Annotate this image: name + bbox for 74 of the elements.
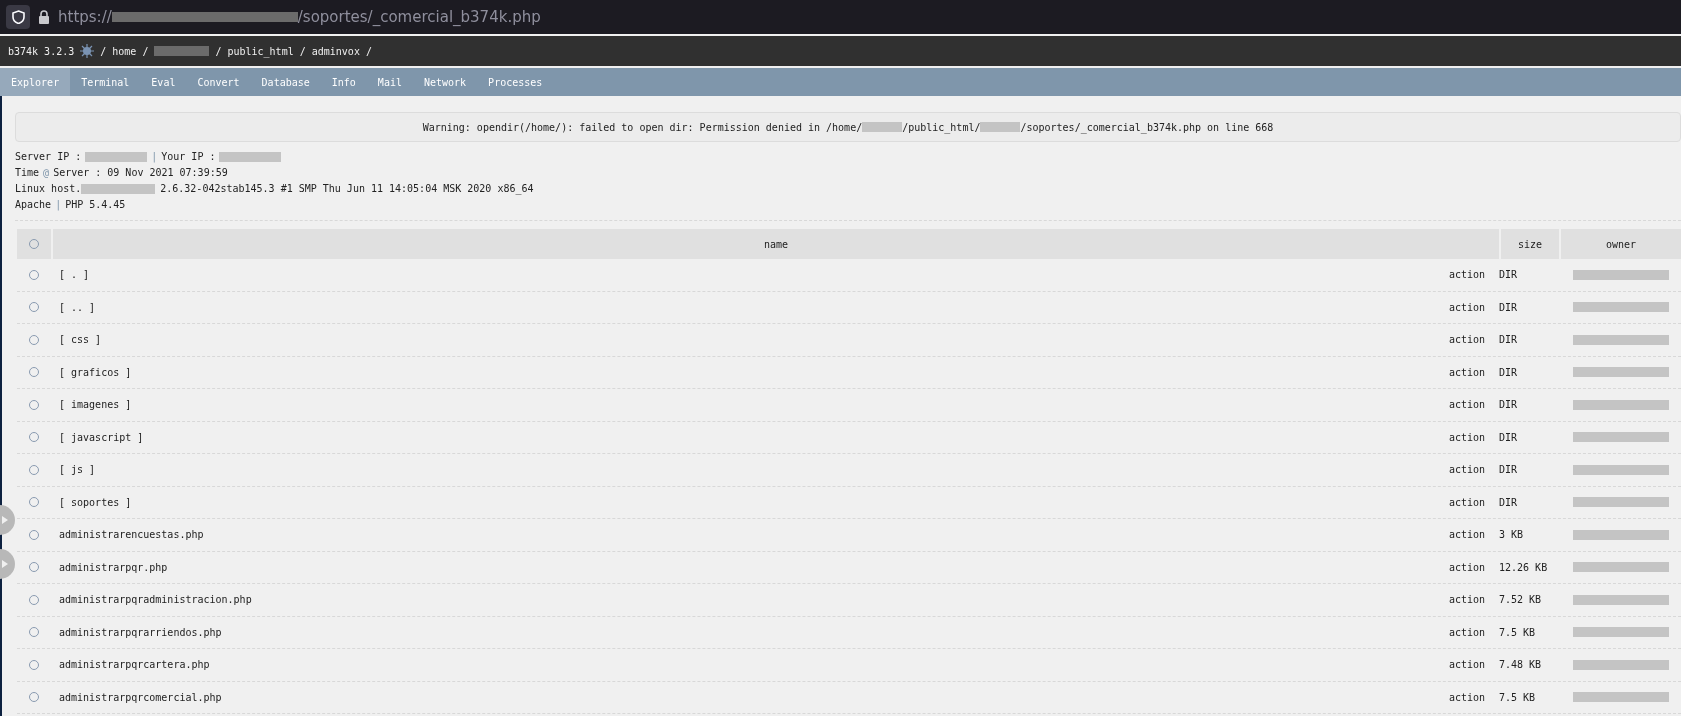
warning-text: Warning: opendir(/home/): failed to open dir: Permission denied in /home/ — [422, 120, 863, 135]
file-size: 12.26 KB — [1499, 560, 1549, 575]
redacted-block — [862, 122, 903, 132]
action-link[interactable]: action — [1448, 592, 1485, 608]
action-link[interactable]: action — [1448, 559, 1485, 575]
app-title: b374k 3.2.3 — [8, 44, 75, 59]
column-header[interactable]: name — [53, 229, 1499, 259]
file-size: 7.52 KB — [1499, 593, 1543, 608]
file-size: DIR — [1499, 300, 1519, 315]
path-link[interactable]: / home / — [100, 43, 149, 59]
file-name[interactable]: administrarpqrarriendos.php — [59, 624, 1449, 640]
scroll-arrow-icon[interactable] — [0, 549, 16, 579]
scroll-arrow-icon[interactable] — [0, 505, 16, 535]
file-name[interactable]: administrarpqradministracion.php — [59, 592, 1449, 608]
file-name[interactable]: [ .. ] — [59, 299, 1449, 315]
action-link[interactable]: action — [1448, 462, 1485, 478]
warning-text: /soportes/_comercial_b374k.php on line 668 — [1020, 120, 1274, 135]
file-name[interactable]: [ graficos ] — [59, 364, 1449, 380]
file-name[interactable]: administrarpqrcartera.php — [59, 657, 1449, 673]
column-header[interactable]: owner — [1561, 229, 1681, 259]
action-link[interactable]: action — [1448, 527, 1485, 543]
info-text: 2.6.32-042stab145.3 #1 SMP Thu Jun 11 14:05:04 MSK 2020 x86_64 — [160, 182, 534, 196]
action-link[interactable]: action — [1448, 657, 1485, 673]
file-name[interactable]: [ . ] — [59, 267, 1449, 283]
file-name[interactable]: administrarpqr.php — [59, 559, 1449, 575]
info-label: Your IP : — [161, 150, 216, 164]
file-size: DIR — [1499, 463, 1519, 478]
action-link[interactable]: action — [1448, 397, 1485, 413]
at-sign: @ — [43, 166, 50, 180]
info-text: PHP 5.4.45 — [65, 198, 126, 212]
file-name[interactable]: [ soportes ] — [59, 494, 1449, 510]
file-size: DIR — [1499, 398, 1519, 413]
redacted-block — [85, 152, 148, 162]
file-name[interactable]: [ imagenes ] — [59, 397, 1449, 413]
file-size: 3 KB — [1499, 528, 1525, 543]
file-size: 7.5 KB — [1499, 690, 1537, 705]
file-size: 7.5 KB — [1499, 625, 1537, 640]
info-text: Apache — [15, 198, 52, 212]
separator: | — [151, 150, 158, 164]
action-link[interactable]: action — [1448, 332, 1485, 348]
redacted-block — [219, 152, 282, 162]
info-label: Time — [15, 166, 40, 180]
file-size: DIR — [1499, 430, 1519, 445]
action-link[interactable]: action — [1448, 429, 1485, 445]
shield-icon[interactable] — [6, 5, 30, 29]
redacted-block — [980, 122, 1021, 132]
action-link[interactable]: action — [1448, 299, 1485, 315]
action-link[interactable]: action — [1448, 494, 1485, 510]
info-label: Server IP : — [15, 150, 82, 164]
file-name[interactable]: [ js ] — [59, 462, 1449, 478]
lock-icon — [38, 10, 50, 24]
column-header[interactable]: size — [1501, 229, 1559, 259]
spiky-logo-icon — [80, 44, 95, 58]
file-name[interactable]: [ css ] — [59, 332, 1449, 348]
file-name[interactable]: [ javascript ] — [59, 429, 1449, 445]
file-name[interactable]: administrarpqrcomercial.php — [59, 689, 1449, 705]
file-size: 7.48 KB — [1499, 658, 1543, 673]
file-size: DIR — [1499, 333, 1519, 348]
path-link[interactable]: / public_html / adminvox / — [215, 43, 372, 59]
action-link[interactable]: action — [1448, 624, 1485, 640]
file-size: DIR — [1499, 495, 1519, 510]
file-name[interactable]: administrarencuestas.php — [59, 527, 1449, 543]
file-size: DIR — [1499, 268, 1519, 283]
action-link[interactable]: action — [1448, 267, 1485, 283]
action-link[interactable]: action — [1448, 364, 1485, 380]
separator: | — [55, 198, 62, 212]
url-text: https:// — [58, 6, 112, 28]
redacted-block — [154, 46, 210, 56]
file-size: DIR — [1499, 365, 1519, 380]
info-text: Linux host. — [15, 182, 82, 196]
url-text: /soportes/_comercial_b374k.php — [297, 6, 541, 28]
warning-text: /public_html/ — [902, 120, 981, 135]
info-text: Server : 09 Nov 2021 07:39:59 — [53, 166, 228, 180]
action-link[interactable]: action — [1448, 689, 1485, 705]
